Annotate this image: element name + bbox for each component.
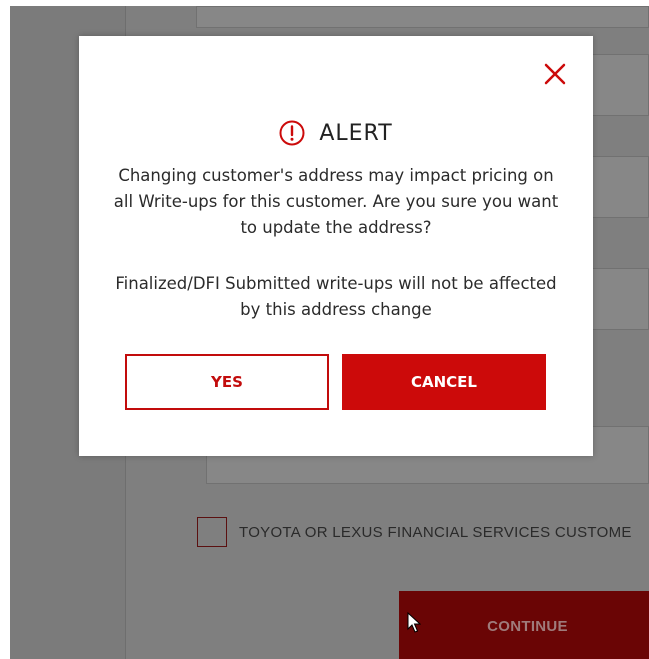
alert-header: ALERT	[79, 116, 593, 150]
close-x-icon	[544, 63, 566, 85]
yes-button[interactable]: YES	[125, 354, 329, 410]
background-field	[196, 6, 649, 28]
dialog-title: ALERT	[319, 120, 393, 146]
cancel-button[interactable]: CANCEL	[342, 354, 546, 410]
financial-services-checkbox-label: TOYOTA OR LEXUS FINANCIAL SERVICES CUSTO…	[239, 523, 632, 541]
alert-dialog: ALERT Changing customer's address may im…	[79, 36, 593, 456]
close-button[interactable]	[539, 58, 571, 90]
dialog-note: Finalized/DFI Submitted write-ups will n…	[115, 274, 557, 319]
exclamation-circle-icon	[279, 120, 305, 146]
continue-button[interactable]: CONTINUE	[399, 591, 649, 659]
financial-services-checkbox[interactable]	[197, 517, 227, 547]
dialog-message: Changing customer's address may impact p…	[113, 166, 559, 237]
financial-services-checkbox-row: TOYOTA OR LEXUS FINANCIAL SERVICES CUSTO…	[197, 516, 649, 548]
mouse-cursor-icon	[407, 612, 421, 633]
